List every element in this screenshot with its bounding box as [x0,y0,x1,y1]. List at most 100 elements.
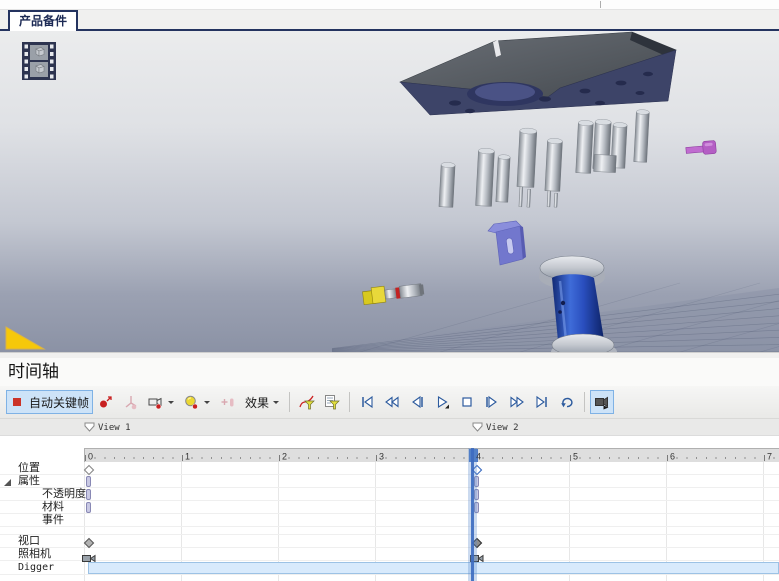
transform-axes-icon [123,394,139,410]
fast-forward-button[interactable] [505,390,529,414]
loop-playback-button[interactable] [555,390,579,414]
track-row-separator [0,574,779,575]
camera-play-icon [594,394,610,410]
stop-icon [459,394,475,410]
track-row-separator [0,534,779,535]
playhead[interactable] [471,448,474,581]
toolbar-button-label: 自动关键帧 [29,394,89,411]
track-label-pos[interactable]: 位置 [18,462,40,475]
timeline-tracks-area: 位置属性不透明度材料事件视口照相机Digger [0,462,779,581]
toolbar-separator [289,392,290,412]
view-marker-2[interactable]: View 2 [472,421,519,435]
timeline-title: 时间轴 [8,362,59,381]
timeline-panel-header: 时间轴 [0,358,779,386]
filmstrip-icon[interactable] [22,42,56,80]
track-row-separator [0,500,779,501]
application-window: 产品备件 [0,0,779,581]
track-label-attr[interactable]: 属性 [18,475,40,488]
svg-text:5: 5 [573,452,578,462]
view-marker-1[interactable]: View 1 [84,421,131,435]
track-expander-attr[interactable] [4,479,11,486]
purple-bracket-part[interactable] [488,221,526,265]
track-row-separator [0,526,779,527]
fast-rewind-icon [384,394,400,410]
track-label-digger[interactable]: Digger [18,561,54,574]
keyframe-bar-material[interactable] [86,502,91,513]
transform-keyframe-button [119,390,143,414]
view-marker-strip: View 1 View 2 [0,419,779,436]
keyframe-bar-attr[interactable] [86,476,91,487]
play-icon [434,394,450,410]
track-label-camera[interactable]: 照相机 [18,548,51,561]
track-label-event[interactable]: 事件 [42,514,64,527]
attach-keyframe-button [216,390,240,414]
keyframe-bar-opacity[interactable] [474,489,479,500]
fast-rewind-button[interactable] [380,390,404,414]
camera-view-playback-button[interactable] [590,390,614,414]
keyframe-bar-material[interactable] [474,502,479,513]
dropdown-arrow-icon [167,394,175,410]
light-keyframe-button[interactable] [180,390,215,414]
loop-icon [559,394,575,410]
top-strip-divider [600,1,601,8]
document-tab-bar: 产品备件 [0,10,779,31]
attach-keyframe-icon [220,394,236,410]
digger-range-bar[interactable] [88,562,779,574]
record-keyframe-icon [98,394,114,410]
fast-forward-icon [509,394,525,410]
view-marker-label: View 1 [98,423,131,433]
go-to-start-button[interactable] [355,390,379,414]
timeline-toolbar: 自动关键帧 效果 [0,386,779,419]
keyframe-bar-attr[interactable] [474,476,479,487]
svg-text:0: 0 [88,452,93,462]
filter-curves-button[interactable] [295,390,319,414]
ejector-pin-set[interactable] [439,109,650,207]
track-row-separator [0,560,779,561]
toolbar-separator [584,392,585,412]
viewport-3d[interactable] [0,31,779,352]
purple-screw-part[interactable] [685,140,716,156]
step-back-icon [409,394,425,410]
viewport-corner-marker [6,327,44,349]
svg-text:2: 2 [282,452,287,462]
exploded-assembly-scene [0,31,779,352]
keyframe-bar-opacity[interactable] [86,489,91,500]
track-label-view[interactable]: 视口 [18,535,40,548]
yellow-sensor-part[interactable] [362,281,424,304]
stop-button[interactable] [455,390,479,414]
track-row-separator [0,474,779,475]
dropdown-arrow-icon [203,394,211,410]
auto-keyframe-button[interactable]: 自动关键帧 [6,390,93,414]
filter-list-icon [324,394,340,410]
skip-to-end-icon [534,394,550,410]
effects-menu-button[interactable]: 效果 [241,390,284,414]
toolbar-separator [349,392,350,412]
track-row-separator [0,487,779,488]
svg-text:1: 1 [185,452,190,462]
track-row-separator [0,547,779,548]
filter-curves-icon [299,394,315,410]
step-forward-icon [484,394,500,410]
step-back-button[interactable] [405,390,429,414]
camera-keyframe-icon [148,394,164,410]
mold-plate-part[interactable] [400,32,676,115]
toolbar-button-label: 效果 [245,394,269,411]
track-label-material[interactable]: 材料 [42,501,64,514]
svg-text:6: 6 [670,452,675,462]
view-marker-label: View 2 [486,423,519,433]
step-forward-button[interactable] [480,390,504,414]
play-button[interactable] [430,390,454,414]
red-square-icon [10,394,26,410]
track-label-opacity[interactable]: 不透明度 [42,488,86,501]
skip-to-start-icon [359,394,375,410]
svg-text:7: 7 [767,452,772,462]
go-to-end-button[interactable] [530,390,554,414]
tab-product-parts[interactable]: 产品备件 [8,10,78,31]
view-tag-icon [84,421,95,435]
dropdown-arrow-icon [272,394,280,410]
view-tag-icon [472,421,483,435]
camera-keyframe-button[interactable] [144,390,179,414]
track-row-separator [0,513,779,514]
record-keyframe-button[interactable] [94,390,118,414]
filter-list-button[interactable] [320,390,344,414]
